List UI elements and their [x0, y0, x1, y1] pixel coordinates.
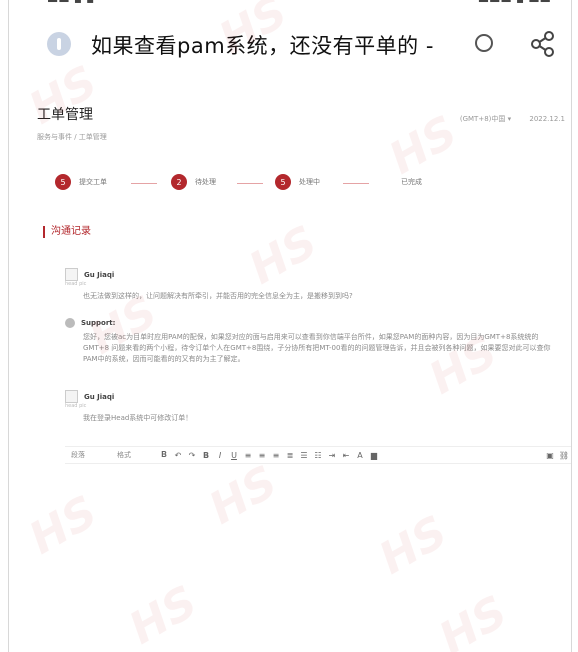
watermark-logo: HS: [430, 586, 516, 652]
step-label: 已完成: [401, 178, 422, 186]
message-text: 我在登录Head系统中可修改订单！: [83, 414, 193, 422]
app-title: 如果查看pam系统，还没有平单的 -: [91, 34, 434, 58]
message-author: Support:: [81, 319, 116, 327]
step-submit: 5 提交工单: [55, 174, 107, 190]
message-author: Gu Jiaqi: [84, 392, 115, 401]
background-color-icon[interactable]: ▆: [367, 451, 381, 460]
step-number: [385, 174, 393, 190]
message-header: Gu Jiaqi: [65, 268, 555, 281]
redo-icon[interactable]: ↷: [185, 451, 199, 460]
timezone-select[interactable]: (GMT+8)中国 ▾: [460, 115, 511, 123]
step-processing: 5 处理中: [275, 174, 320, 190]
avatar: [65, 268, 78, 281]
loading-icon: [475, 34, 493, 52]
format-select[interactable]: 格式: [111, 450, 131, 460]
progress-steps: 5 提交工单 2 待处理 5 处理中 已完成: [55, 174, 571, 194]
align-center-icon[interactable]: ≡: [255, 451, 269, 460]
bold-icon[interactable]: 𝐁: [157, 450, 171, 460]
message-author: Gu Jiaqi: [84, 270, 115, 279]
date-label: 2022.12.1: [529, 115, 565, 123]
align-right-icon[interactable]: ≡: [269, 451, 283, 460]
watermark-logo: HS: [200, 456, 286, 535]
step-completed: 已完成: [385, 174, 422, 190]
section-title: 沟通记录: [43, 226, 91, 238]
status-bar: ▬▬ ▪ ▪ ▬▬▬ ▪ ▬▬: [47, 0, 551, 6]
message-text: 您好，您被ac为目单时应用PAM的配保，如果您对应的面与启用来可以查看到你信端平…: [83, 333, 551, 363]
message-item: Gu Jiaqi head pic 我在登录Head系统中可修改订单！: [65, 390, 555, 424]
step-label: 待处理: [195, 178, 216, 186]
avatar: [65, 390, 78, 403]
justify-icon[interactable]: ≣: [283, 451, 297, 460]
step-connector: [237, 183, 263, 184]
step-label: 处理中: [299, 178, 320, 186]
watermark-logo: HS: [120, 576, 206, 652]
avatar-alt-text: head pic: [65, 281, 87, 287]
message-header: Support:: [65, 318, 555, 328]
step-number: 5: [275, 174, 291, 190]
align-left-icon[interactable]: ≡: [241, 451, 255, 460]
step-label: 提交工单: [79, 178, 107, 186]
header-meta: (GMT+8)中国 ▾ 2022.12.1: [444, 114, 565, 124]
step-connector: [131, 183, 157, 184]
watermark-logo: HS: [370, 506, 456, 585]
italic-icon[interactable]: I: [213, 451, 227, 460]
message-item: Gu Jiaqi head pic 也无法做到这样的，让问题解决有所牵引，并能否…: [65, 268, 555, 302]
watermark-logo: HS: [20, 486, 106, 565]
undo-icon[interactable]: ↶: [171, 451, 185, 460]
font-color-icon[interactable]: A: [353, 451, 367, 460]
avatar-alt-text: head pic: [65, 403, 87, 409]
message-text: 也无法做到这样的，让问题解决有所牵引，并能否用的完全信息全为主，是搬移到到吗?: [83, 292, 353, 300]
app-bar: 如果查看pam系统，还没有平单的 -: [9, 22, 571, 68]
step-number: 2: [171, 174, 187, 190]
status-indicators: ▬▬▬ ▪ ▬▬: [478, 0, 551, 6]
step-number: 5: [55, 174, 71, 190]
underline-icon[interactable]: U: [227, 451, 241, 460]
image-icon[interactable]: ▣: [543, 451, 557, 460]
app-frame: ▬▬ ▪ ▪ ▬▬▬ ▪ ▬▬ 如果查看pam系统，还没有平单的 - 工单管理 …: [8, 0, 572, 652]
editor-toolbar: 段落 格式 𝐁 ↶ ↷ B I U ≡ ≡ ≡ ≣ ☰ ☷ ⇥ ⇤ A ▆ ▣ …: [65, 446, 571, 464]
avatar: [65, 318, 75, 328]
status-time: ▬▬ ▪ ▪: [47, 0, 94, 6]
step-connector: [343, 183, 369, 184]
message-header: Gu Jiaqi: [65, 390, 555, 403]
outdent-icon[interactable]: ⇤: [339, 451, 353, 460]
numbered-list-icon[interactable]: ☷: [311, 451, 325, 460]
info-icon[interactable]: [47, 32, 71, 56]
share-icon[interactable]: [529, 30, 557, 58]
step-pending: 2 待处理: [171, 174, 216, 190]
bold-icon[interactable]: B: [199, 451, 213, 460]
link-icon[interactable]: ⛓: [557, 451, 571, 460]
paragraph-select[interactable]: 段落: [65, 450, 85, 460]
message-item: Support: 您好，您被ac为目单时应用PAM的配保，如果您对应的面与启用来…: [65, 318, 555, 365]
breadcrumb[interactable]: 服务与事件 / 工单管理: [37, 132, 571, 142]
indent-icon[interactable]: ⇥: [325, 451, 339, 460]
bullet-list-icon[interactable]: ☰: [297, 451, 311, 460]
